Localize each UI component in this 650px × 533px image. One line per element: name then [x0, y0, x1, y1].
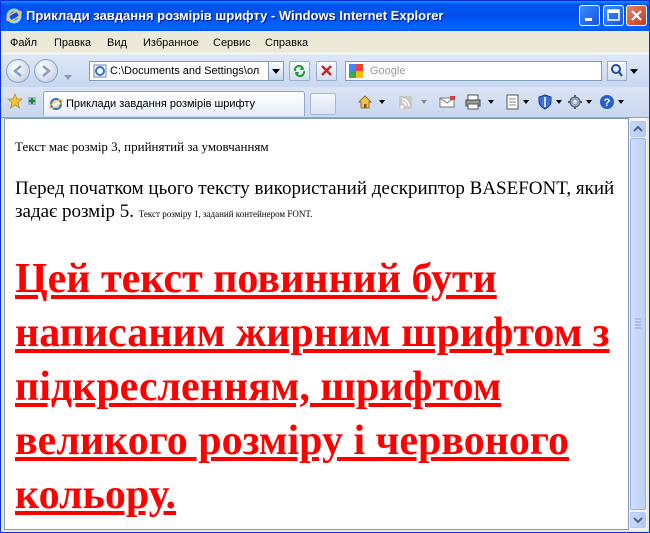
- close-button[interactable]: [626, 5, 647, 26]
- menu-help[interactable]: Справка: [265, 37, 308, 49]
- menu-edit[interactable]: Правка: [54, 37, 91, 49]
- menu-tools[interactable]: Сервис: [213, 37, 251, 49]
- chevron-down-icon: [64, 75, 72, 80]
- back-icon: [13, 65, 22, 77]
- forward-button[interactable]: [34, 59, 58, 83]
- feeds-icon: [399, 96, 427, 109]
- chevron-down-icon: [630, 69, 638, 74]
- help-icon: ?: [600, 95, 624, 109]
- page-icon: [93, 64, 107, 81]
- refresh-button[interactable]: [289, 61, 310, 81]
- add-favorites-button[interactable]: [26, 94, 38, 108]
- basefont-text: Перед початком цього тексту використаний…: [15, 178, 615, 222]
- google-icon: [349, 64, 364, 78]
- page-menu-button[interactable]: [504, 94, 534, 110]
- back-button[interactable]: [6, 59, 30, 83]
- ie-icon: [6, 8, 22, 24]
- page-icon: [49, 97, 63, 114]
- tools-icon: [568, 95, 592, 109]
- vertical-scrollbar[interactable]: [629, 118, 647, 530]
- close-icon: [631, 10, 642, 21]
- tab-bar: Приклади завдання розмірів шрифту ?: [1, 87, 649, 118]
- address-text: C:\Documents and Settings\оля: [110, 65, 260, 77]
- font-size-1-text: Текст розміру 1, заданий контейнером FON…: [138, 209, 313, 219]
- page-content: Текст має розмір 3, прийнятий за умовчан…: [4, 118, 629, 530]
- menu-view[interactable]: Вид: [107, 37, 127, 49]
- browser-window: Приклади завдання розмірів шрифту - Wind…: [0, 0, 650, 533]
- paragraph-basefont: Перед початком цього тексту використаний…: [15, 177, 625, 226]
- home-button[interactable]: [357, 94, 387, 110]
- paragraph-default-size: Текст має розмір 3, прийнятий за умовчан…: [15, 139, 269, 154]
- page-menu-icon: [506, 94, 529, 110]
- favorites-star-icon[interactable]: [6, 92, 24, 114]
- chevron-down-icon: [272, 69, 280, 74]
- scroll-thumb[interactable]: [630, 138, 646, 510]
- new-tab-button[interactable]: [310, 93, 336, 115]
- safety-icon: [538, 94, 562, 110]
- refresh-icon: [293, 64, 306, 78]
- mail-button[interactable]: [438, 94, 458, 110]
- address-input[interactable]: C:\Documents and Settings\оля: [89, 61, 284, 81]
- add-favorites-icon: [28, 97, 36, 105]
- title-bar: Приклади завдання розмірів шрифту - Wind…: [1, 1, 649, 31]
- maximize-button[interactable]: [603, 5, 624, 26]
- search-button[interactable]: [607, 61, 627, 81]
- feeds-button[interactable]: [397, 94, 431, 110]
- menu-file[interactable]: Файл: [10, 37, 37, 49]
- print-button[interactable]: [464, 94, 500, 110]
- menu-favorites[interactable]: Избранное: [143, 37, 199, 49]
- search-input[interactable]: Google: [345, 61, 602, 81]
- chevron-up-icon: [633, 125, 643, 132]
- home-icon: [358, 95, 385, 109]
- help-button[interactable]: ?: [599, 94, 629, 110]
- tab-active[interactable]: Приклади завдання розмірів шрифту: [43, 91, 305, 116]
- minimize-icon: [585, 18, 592, 21]
- forward-icon: [42, 65, 51, 77]
- tools-button[interactable]: [567, 94, 597, 110]
- search-options-button[interactable]: [628, 61, 640, 81]
- tab-label: Приклади завдання розмірів шрифту: [66, 98, 256, 110]
- print-icon: [465, 94, 494, 110]
- scroll-up-button[interactable]: [630, 121, 646, 137]
- address-bar: C:\Documents and Settings\оля Google: [1, 53, 649, 88]
- svg-text:?: ?: [604, 97, 611, 109]
- maximize-icon: [607, 9, 620, 21]
- paragraph-bold-underlined-red: Цей текст повинний бути написаним жирним…: [15, 256, 610, 518]
- mail-icon: [439, 96, 455, 108]
- recent-pages-dropdown[interactable]: [64, 68, 72, 80]
- search-icon: [611, 64, 623, 77]
- chevron-down-icon: [633, 517, 643, 524]
- menu-bar: Файл Правка Вид Избранное Сервис Справка: [1, 31, 649, 53]
- scroll-down-button[interactable]: [630, 512, 646, 528]
- window-title: Приклади завдання розмірів шрифту - Wind…: [26, 8, 444, 23]
- stop-button[interactable]: [316, 61, 337, 81]
- grip-icon: [635, 318, 641, 329]
- minimize-button[interactable]: [579, 5, 600, 26]
- search-placeholder: Google: [370, 65, 406, 77]
- address-dropdown[interactable]: [268, 61, 284, 81]
- safety-button[interactable]: [537, 94, 567, 110]
- stop-icon: [321, 65, 332, 76]
